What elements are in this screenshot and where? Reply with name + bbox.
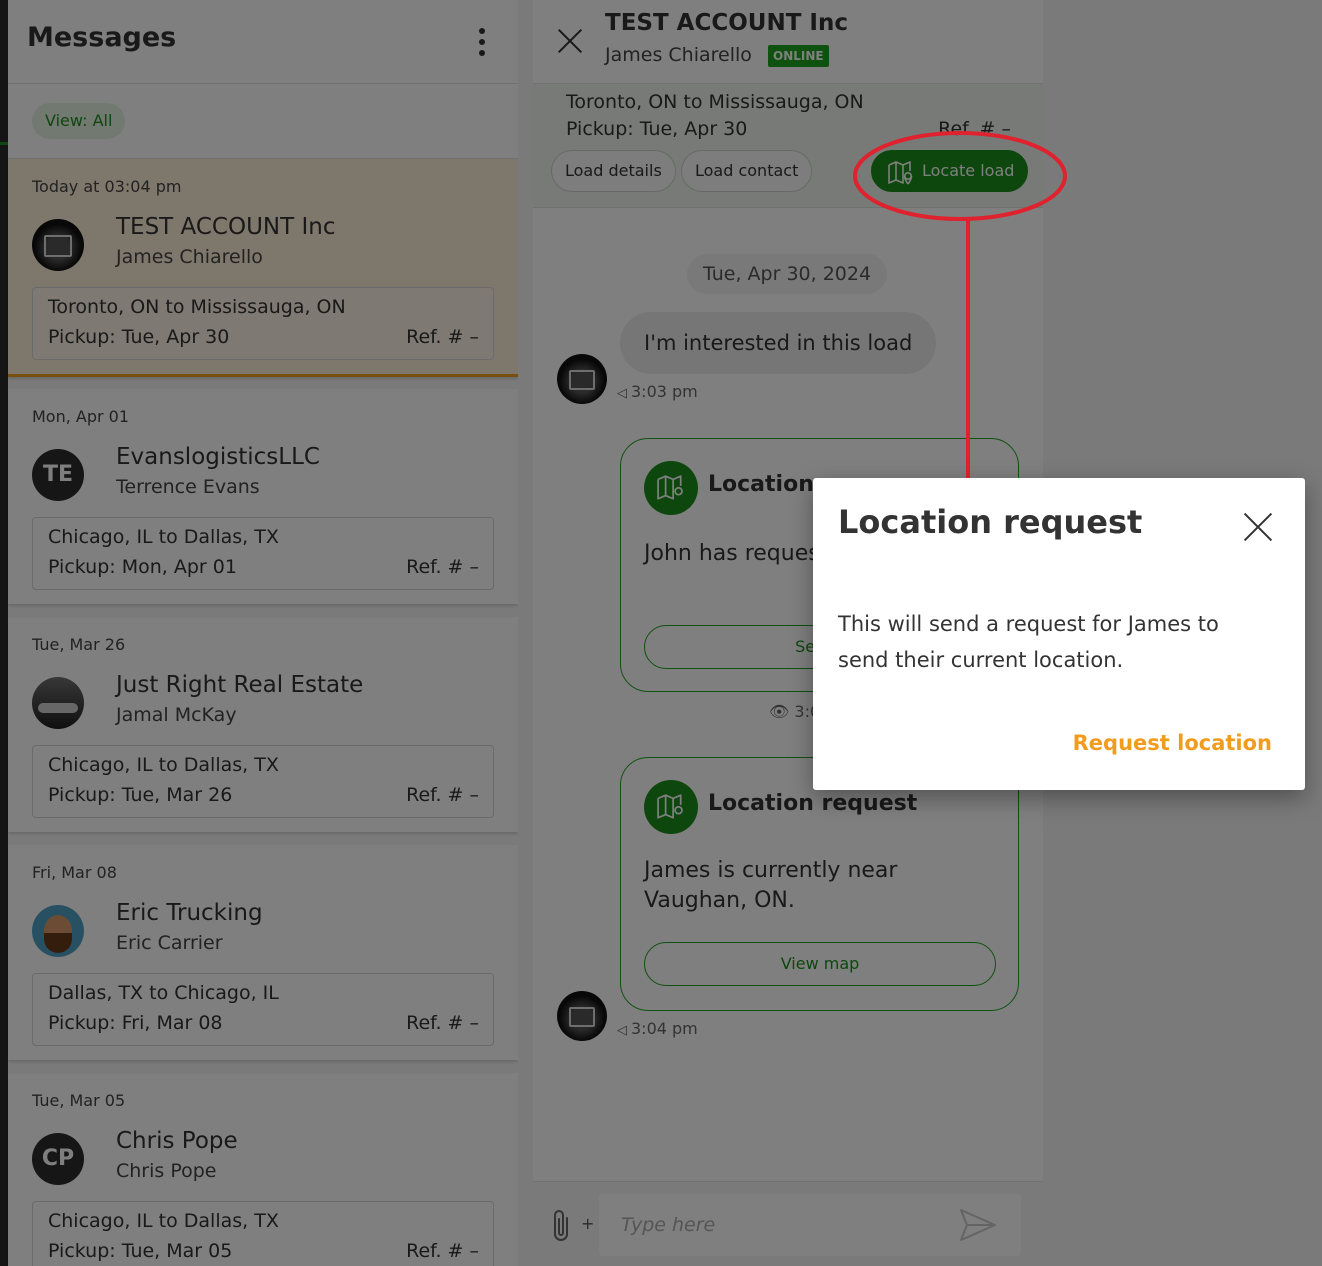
location-request-dialog: Location request This will send a reques… [813,478,1305,790]
dialog-title: Location request [838,503,1143,541]
close-icon[interactable] [1243,512,1273,542]
request-location-button[interactable]: Request location [1073,731,1272,755]
dialog-body: This will send a request for James to se… [838,612,1219,672]
